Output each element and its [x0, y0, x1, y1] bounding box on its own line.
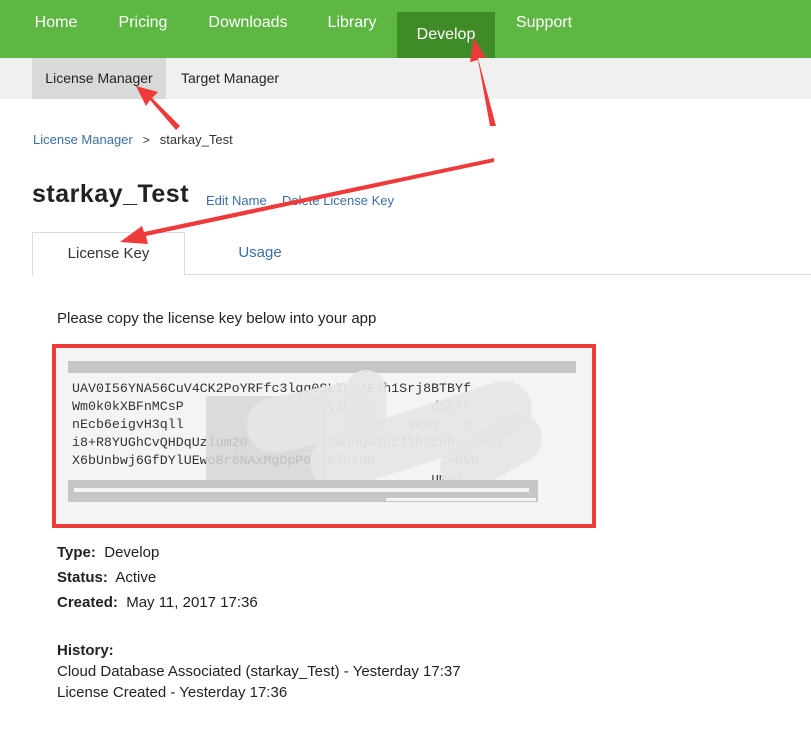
arrow-to-develop — [470, 38, 496, 126]
annotation-arrows — [120, 38, 496, 244]
arrow-to-license-key-tab — [120, 158, 494, 244]
arrow-to-license-manager — [136, 86, 180, 130]
